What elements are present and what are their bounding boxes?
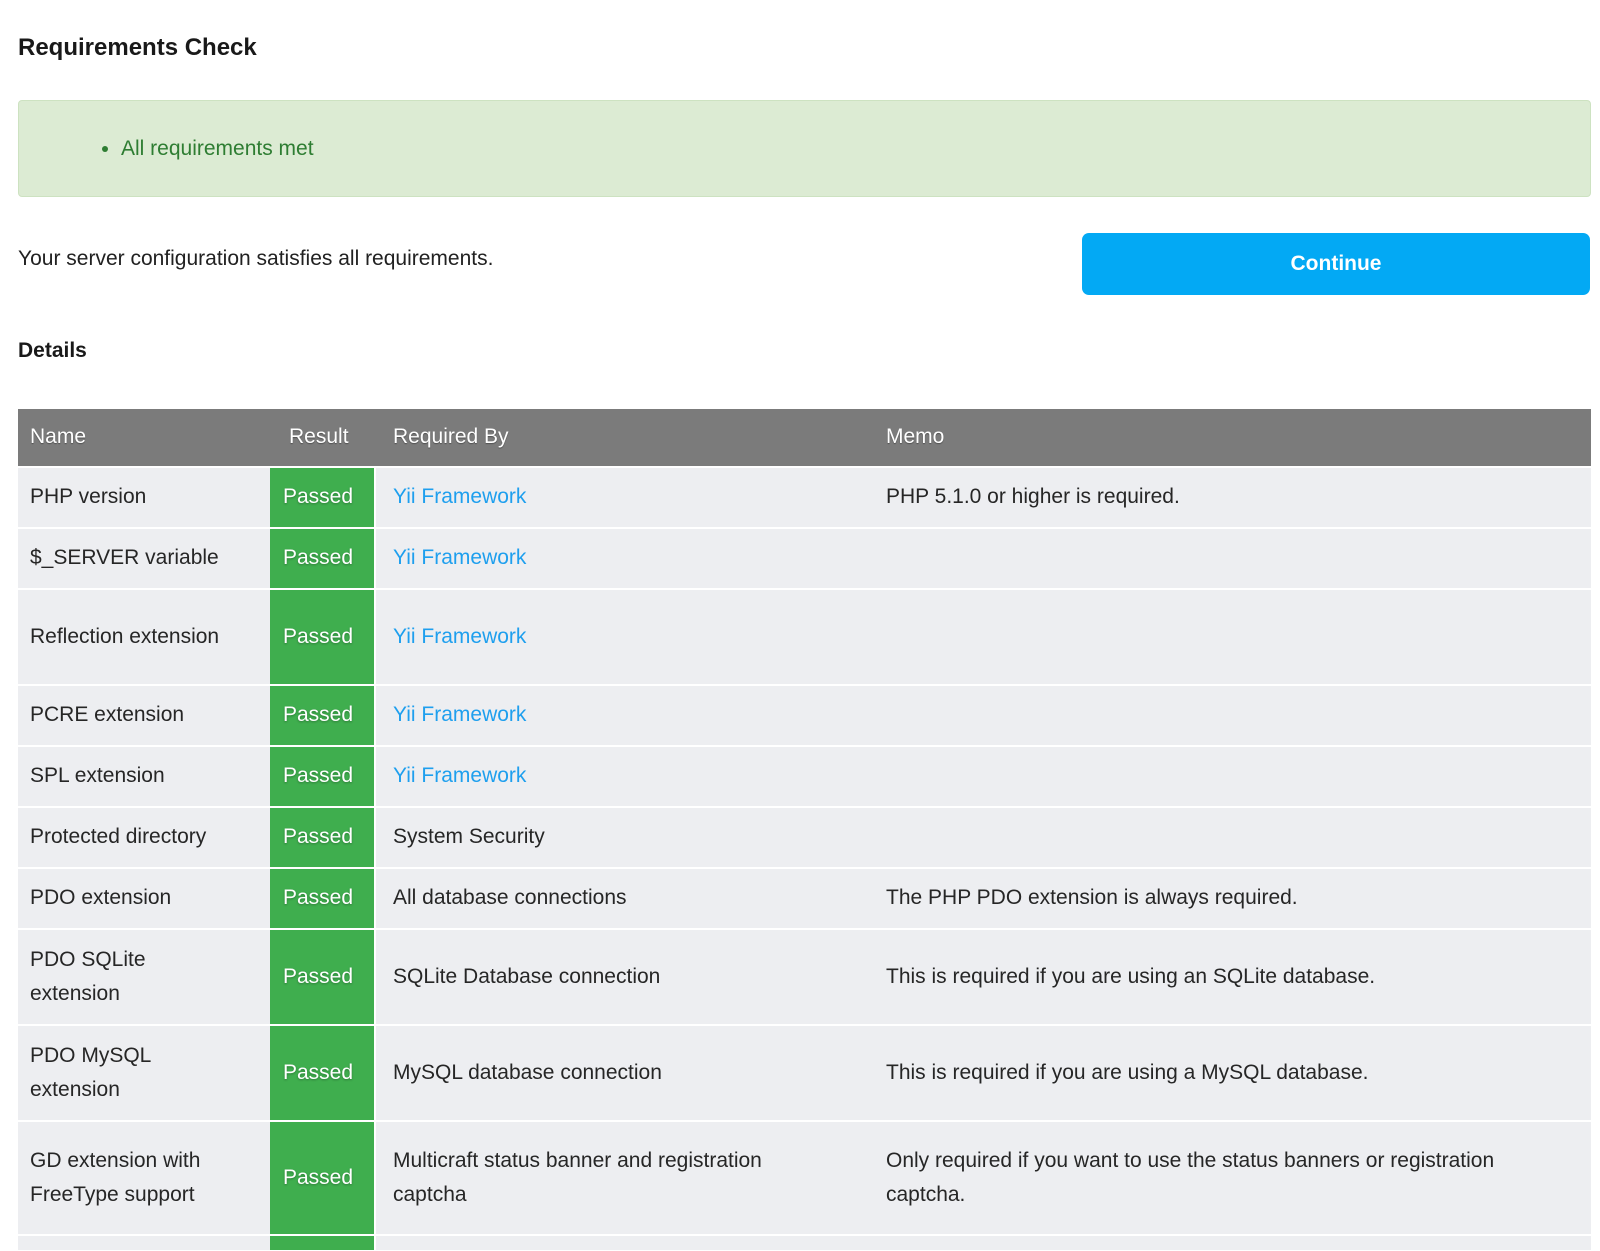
- memo-text: [874, 808, 1591, 867]
- result-cell: Passed: [270, 468, 376, 527]
- page-title: Requirements Check: [18, 0, 1591, 62]
- required-by-link[interactable]: Yii Framework: [393, 620, 526, 654]
- requirement-name: SPL extension: [18, 747, 270, 806]
- required-by-text: System Security: [393, 820, 545, 854]
- details-heading: Details: [18, 339, 1591, 363]
- required-by-text: All database connections: [393, 881, 627, 915]
- table-row: PDO MySQL extension Passed MySQL databas…: [18, 1026, 1591, 1120]
- requirement-name: PDO extension: [18, 869, 270, 928]
- memo-text: Only required if you want to use the sta…: [874, 1122, 1591, 1234]
- passed-badge: Passed: [283, 541, 353, 575]
- requirement-name: [18, 1236, 270, 1250]
- success-alert: All requirements met: [18, 100, 1591, 197]
- memo-text: PHP 5.1.0 or higher is required.: [874, 468, 1591, 527]
- result-cell: Passed: [270, 1026, 376, 1120]
- table-header-row: Name Result Required By Memo: [18, 409, 1591, 466]
- passed-badge: Passed: [283, 620, 353, 654]
- result-cell: Passed: [270, 686, 376, 745]
- required-by-cell: MySQL database connection: [376, 1026, 874, 1120]
- continue-button[interactable]: Continue: [1082, 233, 1590, 295]
- requirement-name: Reflection extension: [18, 590, 270, 684]
- table-row: $_SERVER variable Passed Yii Framework: [18, 529, 1591, 588]
- requirements-table: Name Result Required By Memo PHP version…: [18, 409, 1591, 1250]
- passed-badge: Passed: [283, 1056, 353, 1090]
- summary-text: Your server configuration satisfies all …: [18, 241, 1018, 272]
- table-row: PDO extension Passed All database connec…: [18, 869, 1591, 928]
- table-row: PHP version Passed Yii Framework PHP 5.1…: [18, 468, 1591, 527]
- requirement-name: GD extension with FreeType support: [18, 1122, 270, 1234]
- column-header-memo: Memo: [874, 409, 1591, 466]
- required-by-cell: All database connections: [376, 869, 874, 928]
- memo-text: This is required if you are using an SQL…: [874, 930, 1591, 1024]
- requirement-name: $_SERVER variable: [18, 529, 270, 588]
- result-cell: [270, 1236, 376, 1250]
- column-header-name: Name: [18, 409, 270, 466]
- result-cell: Passed: [270, 930, 376, 1024]
- required-by-text: MySQL database connection: [393, 1056, 662, 1090]
- requirement-name: Protected directory: [18, 808, 270, 867]
- required-by-cell: Multicraft status banner and registratio…: [376, 1122, 874, 1234]
- requirement-name: PDO SQLite extension: [18, 930, 270, 1024]
- passed-badge: Passed: [283, 759, 353, 793]
- required-by-cell: Yii Framework: [376, 686, 874, 745]
- passed-badge: Passed: [283, 960, 353, 994]
- requirement-name: PDO MySQL extension: [18, 1026, 270, 1120]
- memo-text: [874, 590, 1591, 684]
- passed-badge: Passed: [283, 881, 353, 915]
- memo-text: [874, 1236, 1591, 1250]
- passed-badge: Passed: [283, 820, 353, 854]
- result-cell: Passed: [270, 529, 376, 588]
- result-cell: Passed: [270, 1122, 376, 1234]
- table-row: Reflection extension Passed Yii Framewor…: [18, 590, 1591, 684]
- required-by-cell: Yii Framework: [376, 590, 874, 684]
- required-by-link[interactable]: Yii Framework: [393, 759, 526, 793]
- result-cell: Passed: [270, 747, 376, 806]
- table-row-partial: [18, 1236, 1591, 1250]
- table-row: PDO SQLite extension Passed SQLite Datab…: [18, 930, 1591, 1024]
- required-by-cell: Yii Framework: [376, 529, 874, 588]
- requirement-name: PCRE extension: [18, 686, 270, 745]
- passed-badge: Passed: [283, 1161, 353, 1195]
- required-by-cell: System Security: [376, 808, 874, 867]
- required-by-link[interactable]: Yii Framework: [393, 698, 526, 732]
- required-by-text: SQLite Database connection: [393, 960, 660, 994]
- alert-list: All requirements met: [19, 137, 314, 161]
- column-header-required-by: Required By: [376, 409, 874, 466]
- required-by-cell: Yii Framework: [376, 747, 874, 806]
- requirements-check-page: Requirements Check All requirements met …: [0, 0, 1600, 1251]
- memo-text: The PHP PDO extension is always required…: [874, 869, 1591, 928]
- required-by-cell: SQLite Database connection: [376, 930, 874, 1024]
- table-body: PHP version Passed Yii Framework PHP 5.1…: [18, 468, 1591, 1234]
- table-row: SPL extension Passed Yii Framework: [18, 747, 1591, 806]
- passed-badge: Passed: [283, 698, 353, 732]
- result-cell: Passed: [270, 869, 376, 928]
- required-by-text: Multicraft status banner and registratio…: [393, 1144, 824, 1212]
- requirement-name: PHP version: [18, 468, 270, 527]
- required-by-link[interactable]: Yii Framework: [393, 541, 526, 575]
- table-row: Protected directory Passed System Securi…: [18, 808, 1591, 867]
- memo-text: This is required if you are using a MySQ…: [874, 1026, 1591, 1120]
- table-row: GD extension with FreeType support Passe…: [18, 1122, 1591, 1234]
- memo-text: [874, 529, 1591, 588]
- required-by-link[interactable]: Yii Framework: [393, 480, 526, 514]
- alert-item: All requirements met: [121, 137, 314, 161]
- table-row: PCRE extension Passed Yii Framework: [18, 686, 1591, 745]
- column-header-result: Result: [270, 409, 376, 466]
- memo-text: [874, 686, 1591, 745]
- result-cell: Passed: [270, 590, 376, 684]
- required-by: [376, 1236, 874, 1250]
- result-cell: Passed: [270, 808, 376, 867]
- required-by-cell: Yii Framework: [376, 468, 874, 527]
- summary-row: Your server configuration satisfies all …: [18, 241, 1591, 303]
- memo-text: [874, 747, 1591, 806]
- passed-badge: Passed: [283, 480, 353, 514]
